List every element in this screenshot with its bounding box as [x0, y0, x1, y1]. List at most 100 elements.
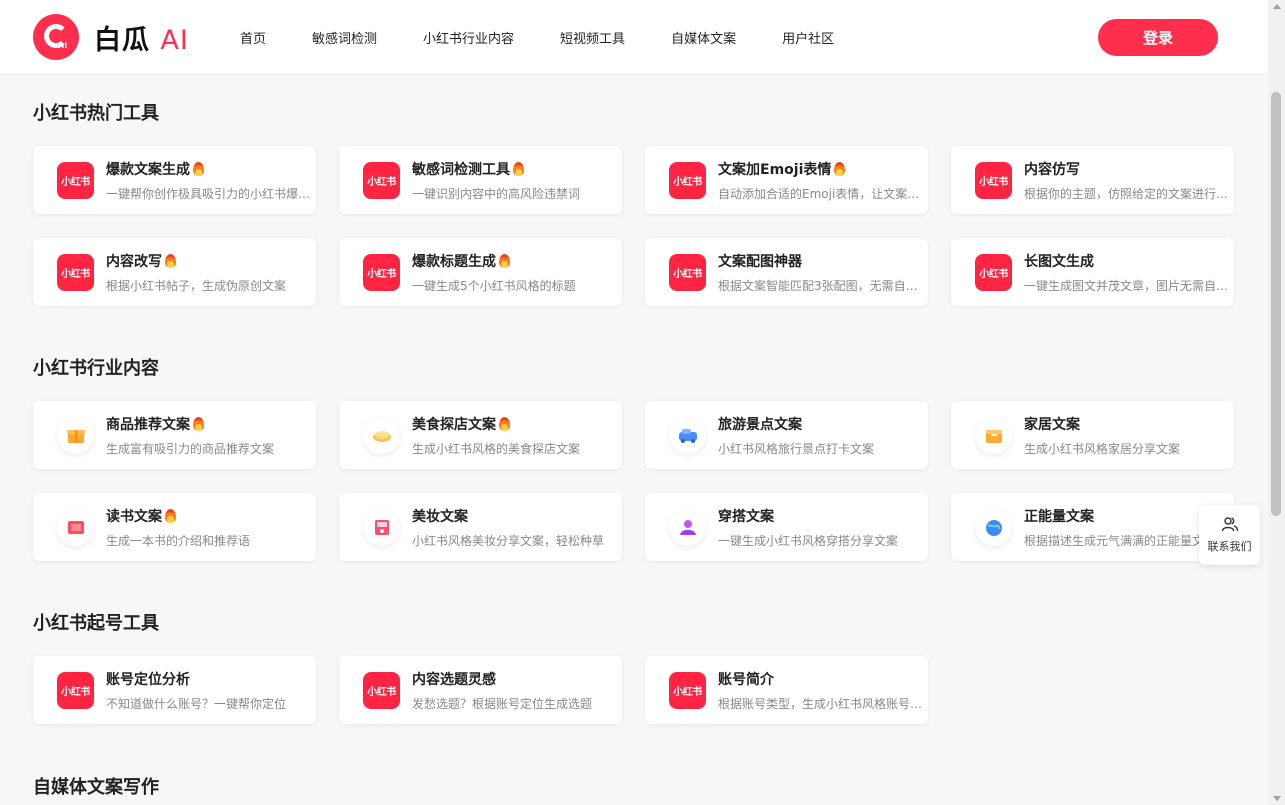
nav-community[interactable]: 用户社区 — [782, 28, 834, 47]
card-title-row: 家居文案 — [1024, 414, 1229, 434]
tool-card[interactable]: 美食探店文案 生成小红书风格的美食探店文案 — [339, 401, 622, 469]
scroll-up-icon[interactable] — [1273, 4, 1281, 9]
tool-card[interactable]: 小红书 长图文生成一键生成图文并茂文章，图片无需自己找 — [951, 238, 1234, 306]
fire-icon — [193, 416, 204, 431]
card-title: 穿搭文案 — [718, 508, 774, 525]
tool-card[interactable]: 读书文案 生成一本书的介绍和推荐语 — [33, 493, 316, 561]
gift-icon — [57, 416, 94, 454]
scroll-thumb[interactable] — [1271, 92, 1281, 516]
card-text: 家居文案 生成小红书风格家居分享文案 — [1024, 414, 1229, 457]
tool-card[interactable]: 小红书 爆款标题生成 一键生成5个小红书风格的标题 — [339, 238, 622, 306]
users-icon — [1221, 517, 1238, 532]
card-title-row: 账号简介 — [718, 669, 923, 689]
outfit-icon — [669, 508, 706, 546]
tool-card[interactable]: 小红书爆款文案生成一键帮你创作极具吸引力的小红书爆款文案 — [33, 146, 316, 214]
card-description: 一键生成5个小红书风格的标题 — [412, 278, 576, 293]
card-text: 文案加Emoji表情自动添加合适的Emoji表情，让文案更生动 — [718, 159, 923, 202]
card-description: 根据账号类型，生成小红书风格账号简介 — [718, 696, 923, 711]
fire-icon — [193, 161, 204, 176]
card-text: 内容选题灵感 发愁选题？根据账号定位生成选题 — [412, 669, 617, 712]
logo-badge-text: AI — [58, 41, 68, 50]
tool-card[interactable]: 小红书 文案配图神器 根据文案智能匹配3张配图，无需自己找图 — [645, 238, 928, 306]
card-text: 美妆文案 小红书风格美妆分享文案，轻松种草 — [412, 506, 617, 549]
nav-self-media[interactable]: 自媒体文案 — [671, 28, 736, 47]
card-description: 一键生成图文并茂文章，图片无需自己找 — [1024, 278, 1229, 293]
tool-card[interactable]: 小红书 账号定位分析 不知道做什么账号？一键帮你定位 — [33, 656, 316, 724]
card-text: 长图文生成一键生成图文并茂文章，图片无需自己找 — [1024, 251, 1229, 294]
card-title: 家居文案 — [1024, 416, 1080, 433]
nav-sensitive-words[interactable]: 敏感词检测 — [312, 28, 377, 47]
tool-card[interactable]: 小红书 内容选题灵感 发愁选题？根据账号定位生成选题 — [339, 656, 622, 724]
tool-card[interactable]: 美妆文案 小红书风格美妆分享文案，轻松种草 — [339, 493, 622, 561]
tool-grid: 商品推荐文案 生成富有吸引力的商品推荐文案 美食探店文案 生成小红书风格的美食探店文案… — [33, 401, 1234, 561]
brand-ai: AI — [160, 24, 189, 56]
card-title: 内容改写 — [106, 253, 162, 270]
tool-card[interactable]: 正能量文案 根据描述生成元气满满的正能量文案 — [951, 493, 1234, 561]
card-title-row: 文案配图神器 — [718, 251, 923, 271]
top-header: AI 白瓜 AI 首页 敏感词检测 小红书行业内容 短视频工具 自媒体文案 用户… — [0, 0, 1268, 75]
card-description: 根据文案智能匹配3张配图，无需自己找图 — [718, 278, 923, 293]
contact-us-button[interactable]: 联系我们 — [1199, 505, 1260, 565]
card-text: 读书文案 生成一本书的介绍和推荐语 — [106, 506, 311, 549]
card-text: 账号定位分析 不知道做什么账号？一键帮你定位 — [106, 669, 311, 712]
makeup-icon — [363, 508, 400, 546]
card-title-row: 旅游景点文案 — [718, 414, 923, 434]
tool-grid: 小红书爆款文案生成一键帮你创作极具吸引力的小红书爆款文案小红书敏感词检测工具一键… — [33, 146, 1234, 306]
fire-icon — [513, 161, 524, 176]
site-logo[interactable]: AI 白瓜 AI — [33, 14, 189, 60]
xiaohongshu-icon: 小红书 — [975, 161, 1012, 199]
card-title: 商品推荐文案 — [106, 416, 190, 433]
card-title: 敏感词检测工具 — [412, 161, 510, 178]
fire-icon — [165, 508, 176, 523]
tool-card[interactable]: 家居文案 生成小红书风格家居分享文案 — [951, 401, 1234, 469]
card-title: 爆款标题生成 — [412, 253, 496, 270]
card-description: 发愁选题？根据账号定位生成选题 — [412, 696, 593, 711]
brand-name: 白瓜 — [94, 24, 150, 56]
card-text: 美食探店文案 生成小红书风格的美食探店文案 — [412, 414, 617, 457]
tool-card[interactable]: 小红书 账号简介根据账号类型，生成小红书风格账号简介 — [645, 656, 928, 724]
card-title: 长图文生成 — [1024, 253, 1094, 270]
food-icon — [363, 416, 400, 454]
xiaohongshu-icon: 小红书 — [669, 671, 706, 709]
nav-short-video[interactable]: 短视频工具 — [560, 28, 625, 47]
tool-card[interactable]: 旅游景点文案 小红书风格旅行景点打卡文案 — [645, 401, 928, 469]
card-title: 文案加Emoji表情 — [718, 161, 832, 178]
card-title-row: 文案加Emoji表情 — [718, 159, 923, 179]
card-title: 文案配图神器 — [718, 253, 802, 270]
card-text: 内容仿写 根据你的主题，仿照给定的文案进行创作 — [1024, 159, 1229, 202]
section-title: 小红书起号工具 — [33, 613, 159, 634]
fire-icon — [165, 253, 176, 268]
section-title: 小红书热门工具 — [33, 103, 159, 124]
login-button[interactable]: 登录 — [1098, 19, 1218, 56]
card-title: 账号简介 — [718, 671, 774, 688]
logo-badge-icon: AI — [33, 14, 79, 60]
xiaohongshu-icon: 小红书 — [57, 161, 94, 199]
card-title: 美食探店文案 — [412, 416, 496, 433]
scroll-down-icon[interactable] — [1273, 796, 1281, 801]
tool-card[interactable]: 小红书 敏感词检测工具 一键识别内容中的高风险违禁词 — [339, 146, 622, 214]
card-text: 账号简介根据账号类型，生成小红书风格账号简介 — [718, 669, 923, 712]
card-text: 商品推荐文案 生成富有吸引力的商品推荐文案 — [106, 414, 311, 457]
tool-card[interactable]: 小红书 内容改写 根据小红书帖子，生成伪原创文案 — [33, 238, 316, 306]
tool-card[interactable]: 商品推荐文案 生成富有吸引力的商品推荐文案 — [33, 401, 316, 469]
card-title-row: 内容改写 — [106, 251, 311, 271]
page-scrollbar[interactable] — [1268, 0, 1285, 805]
card-description: 自动添加合适的Emoji表情，让文案更生动 — [718, 186, 923, 201]
tool-card[interactable]: 小红书 文案加Emoji表情自动添加合适的Emoji表情，让文案更生动 — [645, 146, 928, 214]
card-title: 账号定位分析 — [106, 671, 190, 688]
card-text: 内容改写 根据小红书帖子，生成伪原创文案 — [106, 251, 311, 294]
xiaohongshu-icon: 小红书 — [57, 671, 94, 709]
card-title: 读书文案 — [106, 508, 162, 525]
card-title: 正能量文案 — [1024, 508, 1094, 525]
logo-text: 白瓜 AI — [94, 18, 189, 57]
card-text: 敏感词检测工具 一键识别内容中的高风险违禁词 — [412, 159, 617, 202]
tool-card[interactable]: 穿搭文案 一键生成小红书风格穿搭分享文案 — [645, 493, 928, 561]
xiaohongshu-icon: 小红书 — [975, 253, 1012, 291]
card-text: 爆款标题生成一键生成5个小红书风格的标题 — [412, 251, 617, 294]
nav-home[interactable]: 首页 — [240, 28, 266, 47]
main-nav: 首页 敏感词检测 小红书行业内容 短视频工具 自媒体文案 用户社区 — [240, 0, 834, 75]
tool-card[interactable]: 小红书 内容仿写 根据你的主题，仿照给定的文案进行创作 — [951, 146, 1234, 214]
xiaohongshu-icon: 小红书 — [669, 161, 706, 199]
nav-xhs-industry[interactable]: 小红书行业内容 — [423, 28, 514, 47]
card-title-row: 账号定位分析 — [106, 669, 311, 689]
